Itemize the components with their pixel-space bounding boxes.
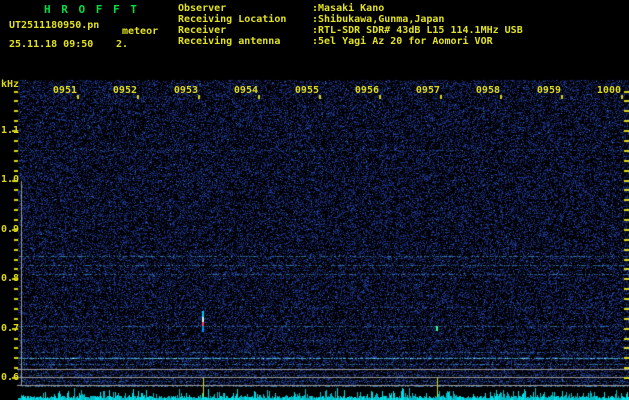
- x-tick-label: 0953: [173, 85, 198, 96]
- app-title: H R O F F T: [44, 3, 139, 16]
- x-tick-label: 1000: [596, 85, 621, 96]
- field-value: :5el Yagi Az 20 for Aomori VOR: [312, 36, 493, 47]
- y-tick-label: 0.7: [1, 323, 20, 334]
- field-label: Receiver: [178, 25, 227, 36]
- y-tick-label: 0.8: [1, 273, 20, 284]
- y-tick-label: 0.6: [1, 372, 20, 383]
- y-tick-label: 1.1: [1, 125, 20, 136]
- y-axis-unit-label: kHz: [1, 79, 20, 90]
- field-value: :Shibukawa,Gunma,Japan: [312, 14, 445, 25]
- filename-label: UT2511180950.pn: [9, 20, 100, 31]
- y-tick-label: 0.9: [1, 224, 20, 235]
- x-tick-label: 0954: [233, 85, 258, 96]
- field-label: Observer: [178, 3, 227, 14]
- x-tick-label: 0952: [112, 85, 137, 96]
- field-value: :Masaki Kano: [312, 3, 385, 14]
- x-tick-label: 0956: [354, 85, 379, 96]
- hrofft-screen: H R O F F T UT2511180950.pn meteor 25.11…: [0, 0, 629, 400]
- field-value: :RTL-SDR SDR# 43dB L15 114.1MHz USB: [312, 25, 523, 36]
- x-tick-label: 0951: [52, 85, 77, 96]
- field-label: Receiving antenna: [178, 36, 281, 47]
- x-tick-label: 0958: [475, 85, 500, 96]
- datetime-label: 25.11.18 09:50: [9, 39, 94, 50]
- field-label: Receiving Location: [178, 14, 287, 25]
- spectrogram-canvas: [0, 0, 629, 400]
- x-tick-label: 0959: [536, 85, 561, 96]
- x-tick-label: 0957: [415, 85, 440, 96]
- counter-label: 2.: [116, 39, 129, 50]
- x-tick-label: 0955: [294, 85, 319, 96]
- meteor-label: meteor: [122, 26, 159, 37]
- y-tick-label: 1.0: [1, 174, 20, 185]
